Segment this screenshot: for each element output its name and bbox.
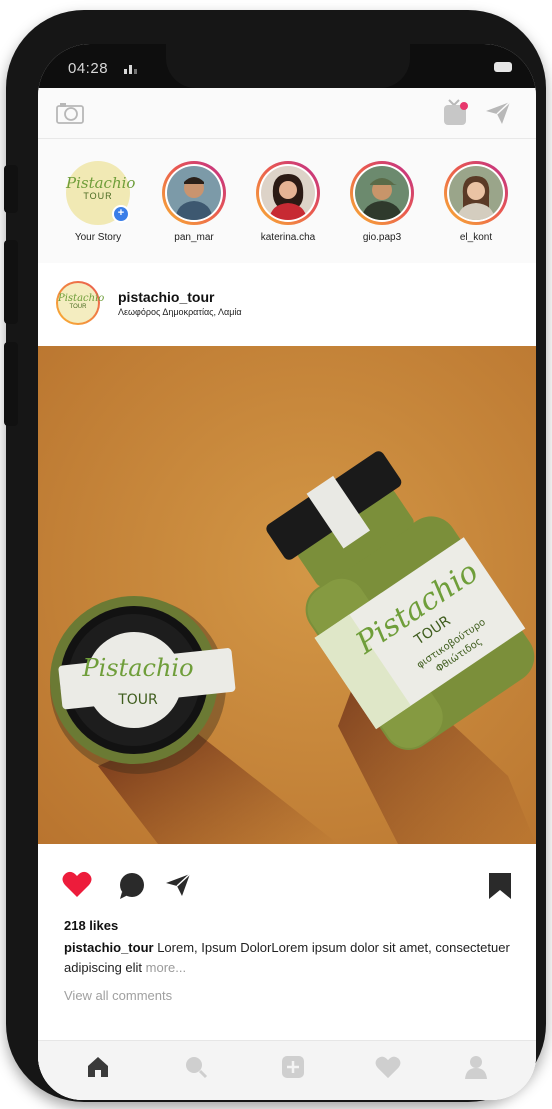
add-story-icon[interactable]: + xyxy=(112,205,130,223)
story-name: Your Story xyxy=(74,232,122,243)
igtv-icon[interactable] xyxy=(443,98,469,126)
avatar: Pistachio TOUR + xyxy=(66,161,136,225)
caption-more-link[interactable]: more... xyxy=(146,960,186,975)
view-comments-link[interactable]: View all comments xyxy=(64,988,172,1003)
top-app-bar xyxy=(38,88,536,138)
likes-count[interactable]: 218 likes xyxy=(64,918,118,933)
camera-icon[interactable] xyxy=(56,102,84,124)
story-gio-pap3[interactable]: gio.pap3 xyxy=(344,161,420,243)
logo-subword: TOUR xyxy=(69,304,87,310)
product-photo: Pistachio TOUR φιστικοβούτυρο Φθιώτιδος … xyxy=(38,346,536,844)
stories-bar: Pistachio TOUR + Your Story pan_mar kate… xyxy=(38,138,536,264)
phone-notch xyxy=(166,44,410,88)
signal-icon xyxy=(124,60,140,74)
like-heart-icon[interactable] xyxy=(62,870,92,898)
post-caption: pistachio_tour Lorem, Ipsum DolorLorem i… xyxy=(64,938,514,978)
volume-down-button xyxy=(4,342,18,426)
logo-wordmark: Pistachio xyxy=(66,174,136,192)
profile-icon[interactable] xyxy=(464,1055,488,1079)
avatar-photo xyxy=(355,166,409,220)
caption-username[interactable]: pistachio_tour xyxy=(64,940,154,955)
phone-frame: 04:28 Pistachio TOUR + Your Story pan_ma… xyxy=(4,10,546,1102)
avatar-ring xyxy=(256,161,320,225)
mute-switch xyxy=(4,165,18,213)
share-icon[interactable] xyxy=(164,872,192,898)
volume-up-button xyxy=(4,240,18,324)
story-name: katerina.cha xyxy=(260,232,316,243)
post-avatar[interactable]: Pistachio TOUR xyxy=(56,281,105,325)
story-name: pan_mar xyxy=(174,232,214,243)
avatar-ring xyxy=(162,161,226,225)
battery-icon xyxy=(494,62,512,72)
home-icon[interactable] xyxy=(86,1055,110,1079)
logo-wordmark: Pistachio xyxy=(58,293,105,304)
search-icon[interactable] xyxy=(184,1055,208,1079)
story-name: gio.pap3 xyxy=(362,232,402,243)
status-time: 04:28 xyxy=(68,60,109,77)
avatar-ring xyxy=(444,161,508,225)
app-screen: 04:28 Pistachio TOUR + Your Story pan_ma… xyxy=(38,44,536,1100)
avatar-photo xyxy=(449,166,503,220)
lid-logo-text: Pistachio xyxy=(81,654,193,682)
avatar-photo xyxy=(261,166,315,220)
add-post-icon[interactable] xyxy=(281,1055,305,1079)
post-header: Pistachio TOUR pistachio_tour Λεωφόρος Δ… xyxy=(38,263,536,345)
lid-logo-subtext: TOUR xyxy=(117,692,158,708)
activity-heart-icon[interactable] xyxy=(374,1055,402,1079)
logo-subword: TOUR xyxy=(83,191,113,201)
post-image[interactable]: Pistachio TOUR φιστικοβούτυρο Φθιώτιδος … xyxy=(38,346,536,844)
story-katerina-cha[interactable]: katerina.cha xyxy=(250,161,326,243)
story-name: el_kont xyxy=(459,232,493,243)
bottom-nav xyxy=(38,1040,536,1100)
comment-icon[interactable] xyxy=(118,872,146,900)
avatar-photo xyxy=(167,166,221,220)
post-username[interactable]: pistachio_tour xyxy=(118,289,214,305)
bookmark-icon[interactable] xyxy=(488,872,512,900)
direct-message-icon[interactable] xyxy=(484,100,512,126)
story-pan-mar[interactable]: pan_mar xyxy=(156,161,232,243)
story-el-kont[interactable]: el_kont xyxy=(438,161,514,243)
avatar-ring xyxy=(350,161,414,225)
story-your-story[interactable]: Pistachio TOUR + Your Story xyxy=(60,161,136,243)
post-location[interactable]: Λεωφόρος Δημοκρατίας, Λαμία xyxy=(118,307,242,317)
